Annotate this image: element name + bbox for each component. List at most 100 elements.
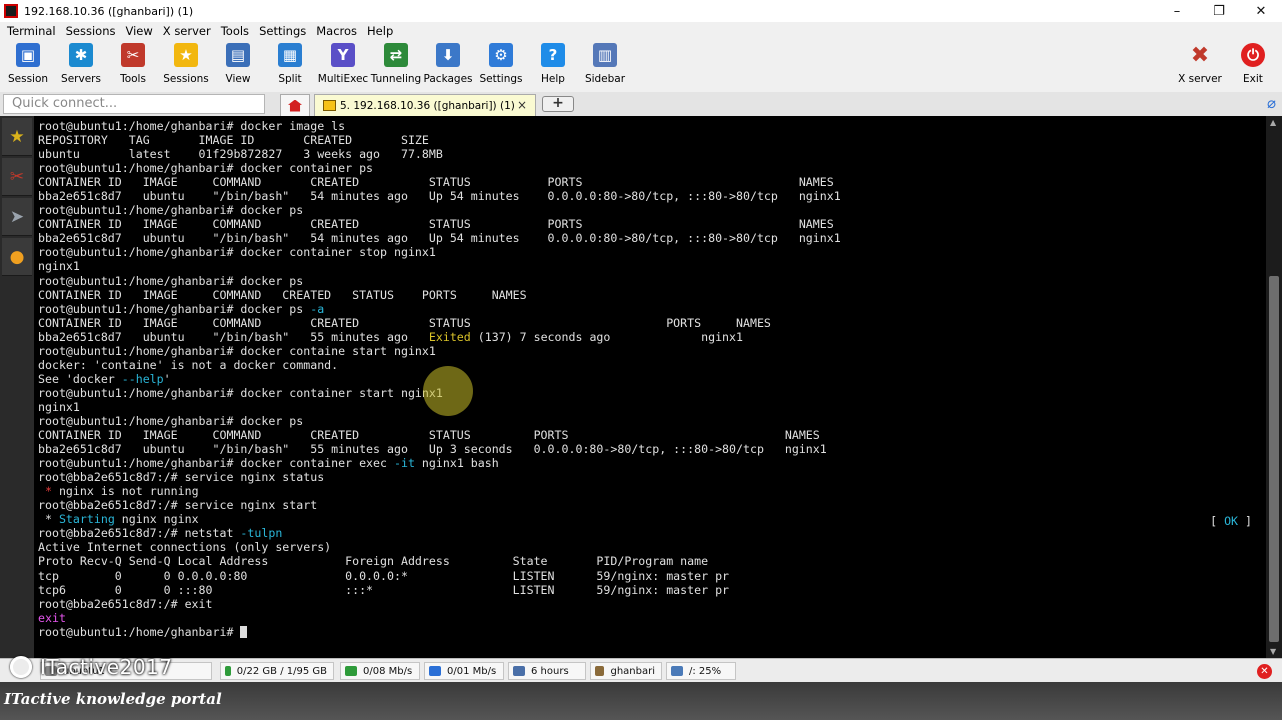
sidebar-sessions-star-icon[interactable]: ★ — [2, 118, 32, 156]
split-icon: ▦ — [278, 43, 302, 67]
menu-view[interactable]: View — [120, 24, 157, 38]
toolbar-exit-button[interactable]: ⏻ Exit — [1226, 40, 1280, 90]
menu-help[interactable]: Help — [362, 24, 398, 38]
toolbar-help-button[interactable]: ? Help — [526, 40, 580, 90]
minimize-button[interactable]: – — [1156, 0, 1198, 22]
servers-icon: ✱ — [69, 43, 93, 67]
status-label: /: 25% — [689, 665, 722, 677]
close-tab-icon[interactable]: × — [517, 98, 527, 112]
terminal-line: docker: 'containe' is not a docker comma… — [38, 357, 339, 372]
multiexec-icon: Y — [331, 43, 355, 67]
terminal-line: bba2e651c8d7 ubuntu "/bin/bash" 55 minut… — [38, 329, 744, 344]
tunneling-icon: ⇄ — [384, 43, 408, 67]
paperclip-icon[interactable]: ⌀ — [1267, 94, 1276, 112]
status-label: 6 hours — [531, 665, 569, 677]
terminal-line: bba2e651c8d7 ubuntu "/bin/bash" 54 minut… — [38, 189, 841, 204]
toolbar-x-server-button[interactable]: ✖ X server — [1173, 40, 1227, 90]
toolbar-packages-button[interactable]: ⬇ Packages — [421, 40, 475, 90]
toolbar-label: View — [225, 73, 251, 85]
toolbar-label: Session — [7, 73, 49, 85]
film-reel-icon — [10, 656, 32, 678]
toolbar-settings-button[interactable]: ⚙ Settings — [474, 40, 528, 90]
toolbar-tunneling-button[interactable]: ⇄ Tunneling — [369, 40, 423, 90]
terminal-line: * nginx is not running — [38, 484, 199, 499]
status-disk: /: 25% — [666, 662, 736, 680]
session-tab[interactable]: 5. 192.168.10.36 ([ghanbari]) (1) × — [314, 94, 536, 116]
ok-word: OK — [1224, 514, 1239, 528]
terminal-line: CONTAINER ID IMAGE COMMAND CREATED STATU… — [38, 175, 834, 190]
toolbar-label: Help — [541, 73, 565, 85]
terminal-line: root@bba2e651c8d7:/# service nginx statu… — [38, 470, 325, 485]
user-icon — [595, 666, 605, 676]
exit-power-icon: ⏻ — [1241, 43, 1265, 67]
terminal-cursor — [240, 625, 248, 638]
caption-text: ITactive knowledge portal — [4, 690, 222, 708]
mobaxterm-app-icon[interactable] — [4, 4, 18, 18]
terminal-line: root@ubuntu1:/home/ghanbari# docker cont… — [38, 456, 499, 471]
menu-x-server[interactable]: X server — [158, 24, 216, 38]
terminal-scrollbar[interactable]: ▲ ▼ — [1266, 116, 1282, 658]
toolbar-tools-button[interactable]: ✂ Tools — [106, 40, 160, 90]
toolbar-label: Tools — [120, 73, 146, 85]
sidebar-macros-icon[interactable]: ● — [2, 238, 32, 276]
toolbar-view-button[interactable]: ▤ View — [211, 40, 265, 90]
menu-macros[interactable]: Macros — [311, 24, 362, 38]
toolbar-sidebar-button[interactable]: ▥ Sidebar — [578, 40, 632, 90]
video-caption-bar: ITactive knowledge portal — [0, 682, 1282, 720]
terminal-line: nginx1 — [38, 399, 80, 414]
status-download-arrow: 0/01 Mb/s — [424, 662, 504, 680]
terminal-output[interactable]: root@ubuntu1:/home/ghanbari# docker imag… — [34, 116, 1266, 658]
toolbar-label: Packages — [423, 73, 473, 85]
menu-settings[interactable]: Settings — [254, 24, 311, 38]
memory-icon — [225, 666, 231, 676]
terminal-line: root@bba2e651c8d7:/# service nginx start — [38, 498, 318, 513]
upload-arrow-icon — [345, 666, 357, 676]
new-tab-button[interactable]: + — [542, 96, 574, 112]
status-label: 0/08 Mb/s — [363, 665, 413, 677]
toolbar-split-button[interactable]: ▦ Split — [263, 40, 317, 90]
service-ok-status: [ OK ] — [1210, 514, 1252, 528]
mouse-pointer-highlight — [423, 366, 473, 416]
terminal-line: root@ubuntu1:/home/ghanbari# docker ps -… — [38, 301, 325, 316]
menu-tools[interactable]: Tools — [216, 24, 254, 38]
terminal-line: root@bba2e651c8d7:/# exit — [38, 596, 213, 611]
toolbar-servers-button[interactable]: ✱ Servers — [54, 40, 108, 90]
terminal-line: exit — [38, 610, 66, 625]
menu-sessions[interactable]: Sessions — [61, 24, 121, 38]
scroll-down-arrow-icon[interactable]: ▼ — [1270, 647, 1276, 656]
status-label: 0/01 Mb/s — [447, 665, 497, 677]
toolbar-session-button[interactable]: ▣ Session — [1, 40, 55, 90]
sidebar-send-icon[interactable]: ➤ — [2, 198, 32, 236]
terminal-line: root@ubuntu1:/home/ghanbari# — [38, 625, 248, 639]
home-tab[interactable] — [280, 94, 310, 116]
terminal-line: ubuntu latest 01f29b872827 3 weeks ago 7… — [38, 147, 443, 162]
toolbar-sessions-button[interactable]: ★ Sessions — [159, 40, 213, 90]
terminal-line: root@ubuntu1:/home/ghanbari# docker cont… — [38, 245, 436, 260]
terminal-line: root@ubuntu1:/home/ghanbari# docker ps — [38, 273, 304, 288]
toolbar-multiexec-button[interactable]: Y MultiExec — [316, 40, 370, 90]
terminal-text: root@ubuntu1:/home/ghanbari# docker imag… — [38, 119, 1266, 639]
status-exit-icon[interactable]: ✕ — [1257, 664, 1272, 679]
quick-connect-input[interactable]: Quick connect... — [3, 94, 265, 114]
left-sidebar: ★ ✂ ➤ ● — [0, 116, 34, 658]
terminal-line: CONTAINER ID IMAGE COMMAND CREATED STATU… — [38, 428, 820, 443]
toolbar-label: Sessions — [163, 73, 209, 85]
status-label: 0/22 GB / 1/95 GB — [236, 665, 327, 677]
settings-icon: ⚙ — [489, 43, 513, 67]
xserver-icon: ✖ — [1190, 42, 1210, 68]
status-uptime: 6 hours — [508, 662, 586, 680]
menu-terminal[interactable]: Terminal — [2, 24, 61, 38]
terminal-line: root@ubuntu1:/home/ghanbari# docker imag… — [38, 119, 346, 133]
scroll-up-arrow-icon[interactable]: ▲ — [1270, 118, 1276, 127]
terminal-line: CONTAINER ID IMAGE COMMAND CREATED STATU… — [38, 217, 834, 232]
terminal-line: tcp6 0 0 :::80 :::* LISTEN 59/nginx: mas… — [38, 582, 730, 597]
view-icon: ▤ — [226, 43, 250, 67]
terminal-line: root@ubuntu1:/home/ghanbari# docker ps — [38, 413, 304, 428]
session-tab-label: 5. 192.168.10.36 ([ghanbari]) (1) — [340, 99, 515, 112]
maximize-button[interactable]: ❐ — [1198, 0, 1240, 22]
terminal-line: root@ubuntu1:/home/ghanbari# docker ps — [38, 203, 304, 218]
sidebar-tools-icon[interactable]: ✂ — [2, 158, 32, 196]
tabs-bar: Quick connect... 5. 192.168.10.36 ([ghan… — [0, 92, 1282, 116]
scrollbar-thumb[interactable] — [1269, 276, 1279, 642]
close-window-button[interactable]: ✕ — [1240, 0, 1282, 22]
